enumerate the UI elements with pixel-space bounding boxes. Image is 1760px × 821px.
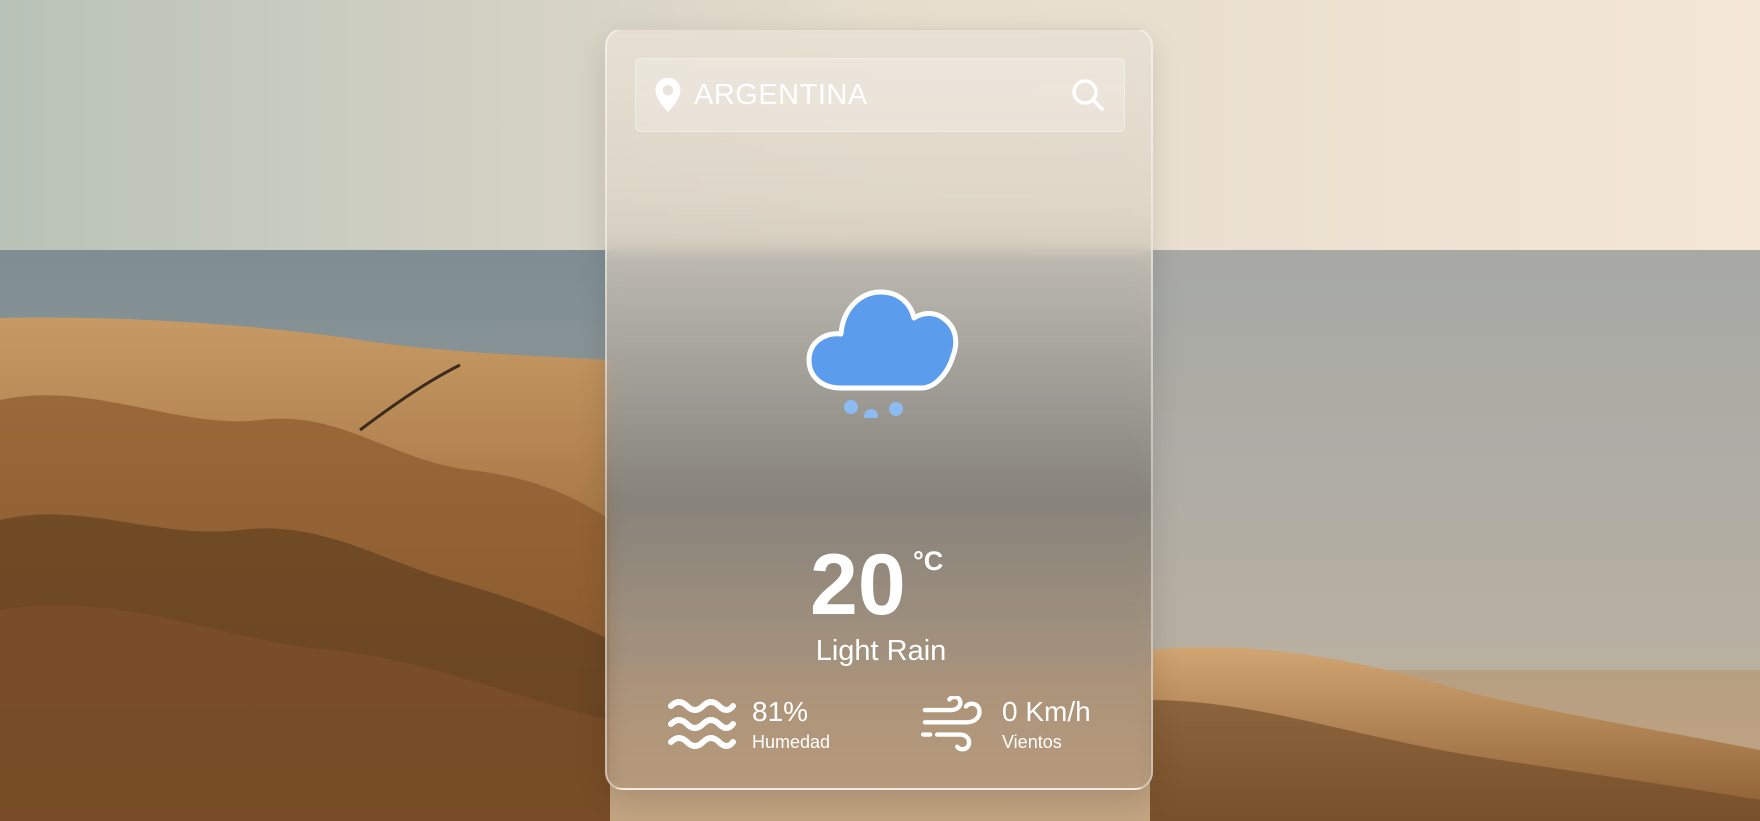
search-bar (635, 58, 1125, 132)
temperature-unit: °C (913, 546, 944, 576)
temperature-display: 20 °C (607, 540, 1155, 630)
light-rain-icon (806, 289, 959, 418)
temperature-value: 20 (810, 537, 906, 633)
humidity-value: 81% (752, 696, 809, 727)
search-button[interactable] (1070, 77, 1106, 113)
humidity-label: Humedad (752, 732, 831, 752)
weather-description: Light Rain (815, 635, 947, 667)
desert-coast-background: 20 °C Light Rain 81% Humedad 0 Km/h Vien… (0, 0, 1760, 821)
wind-stat: 0 Km/h Vientos (917, 690, 1117, 760)
wind-value: 0 Km/h (1002, 696, 1091, 727)
wind-label: Vientos (1002, 732, 1062, 752)
search-icon (1072, 79, 1104, 111)
map-pin-icon (655, 78, 681, 112)
humidity-stat: 81% Humedad (667, 690, 867, 760)
search-input[interactable] (694, 59, 1064, 131)
wind-icon (920, 696, 982, 752)
weather-card: 20 °C Light Rain 81% Humedad 0 Km/h Vien… (605, 28, 1153, 790)
humidity-waves-icon (668, 699, 736, 749)
